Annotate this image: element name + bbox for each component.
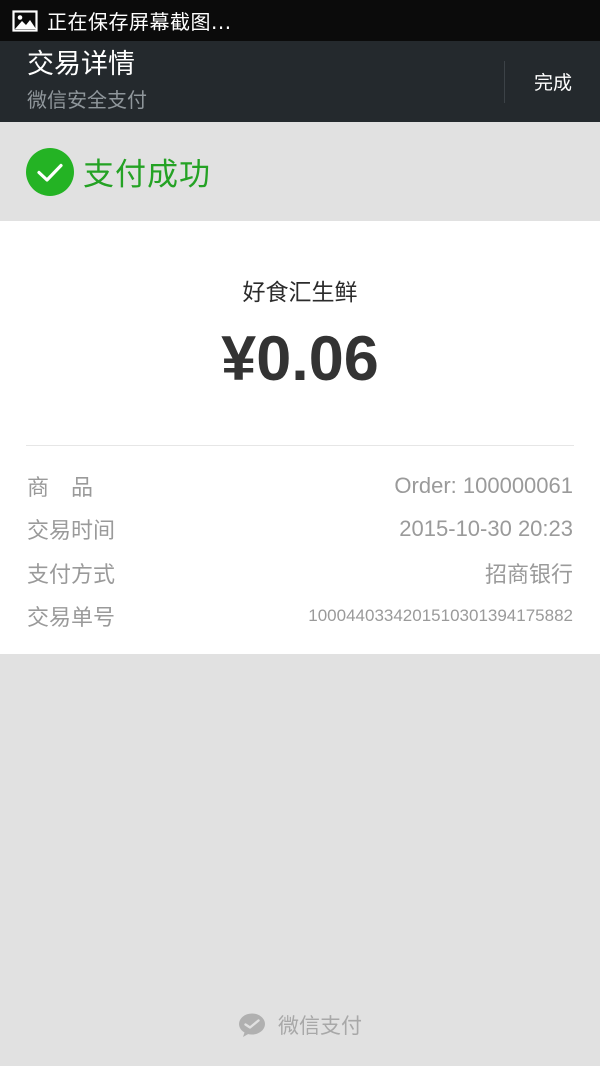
page-subtitle: 微信安全支付 (27, 88, 147, 112)
detail-row-product: 商 品 Order: 100000061 (27, 469, 573, 503)
detail-value: 1000440334201510301394175882 (308, 606, 573, 625)
footer-brand: 微信支付 (0, 1005, 600, 1045)
detail-label: 交易时间 (27, 519, 116, 544)
success-banner: 支付成功 (0, 122, 600, 221)
done-button[interactable]: 完成 (506, 41, 600, 122)
app-bar: 交易详情 微信安全支付 完成 (0, 41, 600, 122)
wechat-pay-icon (239, 1013, 265, 1037)
status-bar: 正在保存屏幕截图... (0, 0, 600, 41)
check-circle-icon (26, 147, 74, 196)
appbar-divider (504, 61, 505, 103)
payment-status: 支付成功 (83, 157, 211, 193)
detail-value: Order: 100000061 (394, 473, 573, 498)
status-text: 正在保存屏幕截图... (47, 10, 232, 34)
detail-label: 商 品 (27, 476, 94, 501)
detail-value: 2015-10-30 20:23 (399, 516, 573, 541)
detail-row-transaction-id: 交易单号 1000440334201510301394175882 (27, 599, 573, 633)
detail-label: 支付方式 (27, 563, 116, 588)
detail-row-method: 支付方式 招商银行 (27, 556, 573, 590)
payment-amount: ¥0.06 (221, 324, 379, 394)
detail-row-time: 交易时间 2015-10-30 20:23 (27, 512, 573, 546)
card-divider (26, 445, 574, 446)
detail-value: 招商银行 (484, 562, 573, 587)
image-icon (12, 9, 38, 32)
merchant-name: 好食汇生鲜 (242, 280, 358, 306)
page-title: 交易详情 (27, 49, 135, 80)
footer-text: 微信支付 (278, 1014, 362, 1038)
detail-label: 交易单号 (27, 606, 116, 631)
payment-card: 好食汇生鲜 ¥0.06 商 品 Order: 100000061 交易时间 20… (0, 221, 600, 654)
